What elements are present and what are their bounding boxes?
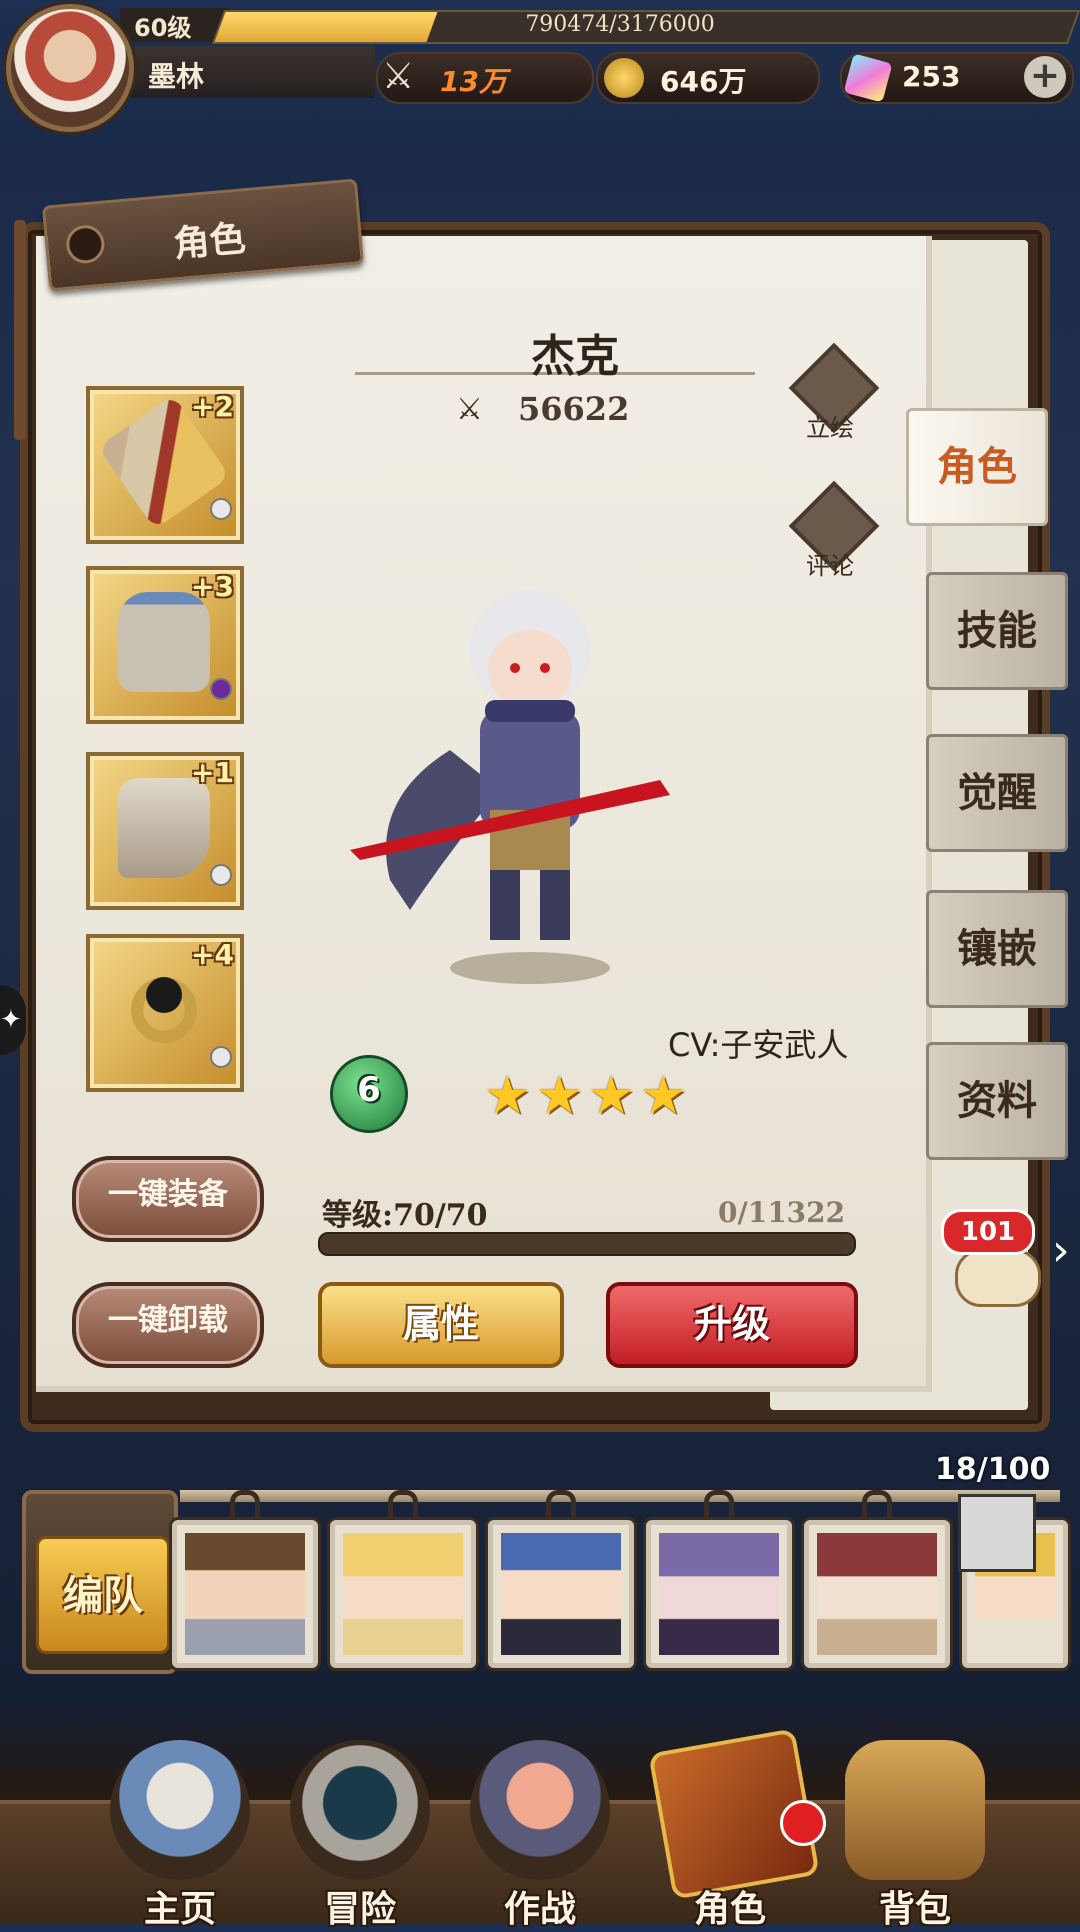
- nav-character-label: 角色: [693, 1889, 766, 1930]
- gem-icon: [843, 53, 893, 103]
- player-level: 60级: [134, 14, 192, 42]
- equip-slot-weapon[interactable]: +2: [86, 386, 244, 544]
- gold-coin-icon: [604, 58, 644, 98]
- equip-slot-ring[interactable]: +4: [86, 934, 244, 1092]
- power-resource: ⚔ 13万: [376, 52, 594, 104]
- crossed-swords-icon: ⚔: [382, 56, 415, 97]
- hero-thumbnail[interactable]: [958, 1494, 1036, 1572]
- hero-sprite[interactable]: [330, 550, 730, 990]
- star-icon: ★: [640, 1066, 687, 1126]
- nav-battle[interactable]: 作战: [455, 1740, 625, 1930]
- voice-actor: CV:子安武人: [668, 1026, 849, 1064]
- equip-plus: +1: [191, 756, 234, 789]
- xp-text: 0/11322: [718, 1196, 846, 1229]
- armor-icon: [118, 592, 210, 692]
- roster-portrait[interactable]: [488, 1520, 634, 1668]
- gem-value: 253: [902, 60, 961, 93]
- roster-portrait[interactable]: [172, 1520, 318, 1668]
- awaken-level: 6: [357, 1070, 381, 1110]
- level-label: 等级:70/70: [322, 1198, 488, 1233]
- tab-character[interactable]: 角色: [906, 408, 1048, 526]
- equip-plus: +3: [191, 570, 234, 603]
- hero-face-icon: [817, 1533, 937, 1655]
- star-icon: ★: [484, 1066, 531, 1126]
- comment-button[interactable]: 评论: [788, 480, 880, 598]
- tab-inlay[interactable]: 镶嵌: [926, 890, 1068, 1008]
- unequip-all-button[interactable]: 一键卸载: [72, 1282, 264, 1368]
- character-name: 杰克: [531, 331, 619, 382]
- gem-resource: 253 +: [840, 52, 1074, 104]
- chat-count-badge: 101: [941, 1209, 1035, 1255]
- nav-battle-label: 作战: [503, 1889, 576, 1930]
- attributes-button[interactable]: 属性: [318, 1282, 564, 1368]
- bag-icon: [845, 1740, 985, 1880]
- roster-count: 18/100: [935, 1452, 1051, 1487]
- equip-all-button[interactable]: 一键装备: [72, 1156, 264, 1242]
- hero-face-icon: [501, 1533, 621, 1655]
- crossed-swords-icon: ⚔: [456, 392, 483, 427]
- chat-bubble-icon: [955, 1249, 1041, 1307]
- notification-dot: [780, 1800, 826, 1846]
- awaken-badge: 6: [330, 1055, 408, 1133]
- star-icon: ★: [588, 1066, 635, 1126]
- gold-resource: 646万: [596, 52, 820, 104]
- player-name: 墨林: [148, 60, 205, 93]
- nav-adventure-label: 冒险: [323, 1889, 396, 1930]
- equip-slot-boots[interactable]: +1: [86, 752, 244, 910]
- add-gems-button[interactable]: +: [1024, 56, 1066, 98]
- ring-icon: [118, 960, 210, 1060]
- power-value: 13万: [440, 65, 507, 98]
- exp-bar-fill: [214, 12, 438, 42]
- tab-skills[interactable]: 技能: [926, 572, 1068, 690]
- hero-face-icon: [343, 1533, 463, 1655]
- portrait-label: 立绘: [806, 414, 854, 442]
- equip-plus: +2: [191, 390, 234, 423]
- equip-plus: +4: [191, 938, 234, 971]
- character-power: 56622: [518, 390, 630, 428]
- roster-portrait[interactable]: [646, 1520, 792, 1668]
- nav-bag-label: 背包: [878, 1889, 951, 1930]
- star-icon: ★: [536, 1066, 583, 1126]
- gold-value: 646万: [660, 65, 747, 98]
- chat-button[interactable]: 101: [935, 1205, 1045, 1307]
- tab-profile[interactable]: 资料: [926, 1042, 1068, 1160]
- nav-bag[interactable]: 背包: [830, 1740, 1000, 1930]
- boots-icon: [118, 778, 210, 878]
- socket-gem-icon: [210, 864, 232, 886]
- comment-label: 评论: [806, 552, 854, 580]
- chevron-right-icon[interactable]: ›: [1052, 1225, 1070, 1276]
- team-button-label: 编队: [63, 1573, 143, 1619]
- nav-home-label: 主页: [143, 1889, 216, 1930]
- equip-slot-armor[interactable]: +3: [86, 566, 244, 724]
- tab-awaken[interactable]: 觉醒: [926, 734, 1068, 852]
- socket-gem-icon: [210, 678, 232, 700]
- player-avatar[interactable]: [6, 4, 134, 132]
- castle-icon: [110, 1740, 250, 1880]
- socket-gem-icon: [210, 1046, 232, 1068]
- hero-face-icon: [185, 1533, 305, 1655]
- team-button-face: 编队: [36, 1536, 170, 1654]
- nav-adventure[interactable]: 冒险: [275, 1740, 445, 1930]
- upgrade-button[interactable]: 升级: [606, 1282, 858, 1368]
- roster-portrait[interactable]: [330, 1520, 476, 1668]
- portrait-button[interactable]: 立绘: [788, 342, 880, 460]
- hero-face-icon: [659, 1533, 779, 1655]
- battle-icon: [470, 1740, 610, 1880]
- team-button[interactable]: 编队: [22, 1490, 178, 1674]
- exp-text: 790474/3176000: [525, 12, 715, 37]
- roster-portrait[interactable]: [804, 1520, 950, 1668]
- portal-icon: [290, 1740, 430, 1880]
- level-progress-bar: [318, 1232, 856, 1256]
- socket-gem-icon: [210, 498, 232, 520]
- nav-home[interactable]: 主页: [95, 1740, 265, 1930]
- panel-title: 角色: [171, 218, 248, 266]
- roster-rail: [180, 1490, 1060, 1502]
- book-ribbon: [14, 220, 26, 440]
- tag-hole: [64, 223, 106, 265]
